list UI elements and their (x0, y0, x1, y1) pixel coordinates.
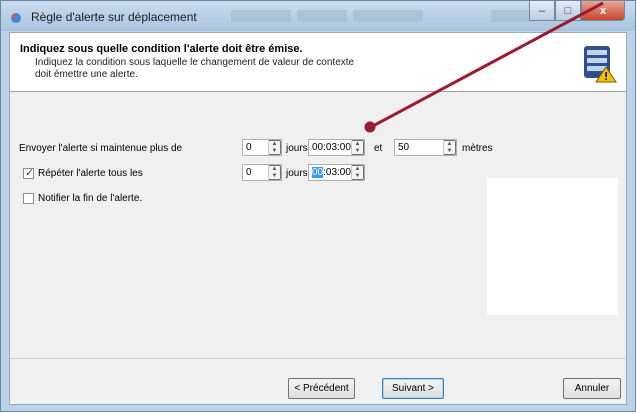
blurred-background-text (353, 10, 423, 22)
time-remainder: :03:00 (323, 167, 351, 178)
hold-duration-label: Envoyer l'alerte si maintenue plus de (19, 143, 183, 154)
conditions-panel: Envoyer l'alerte si maintenue plus de 0 … (10, 93, 626, 358)
spinner-arrows-icon[interactable]: ▲ ▼ (268, 165, 281, 180)
close-button[interactable]: x (581, 1, 625, 21)
window-controls: – □ x (529, 1, 625, 21)
hold-days-spinner[interactable]: 0 ▲ ▼ (242, 139, 282, 156)
app-icon (11, 13, 21, 23)
hold-days-unit: jours (286, 143, 308, 154)
notify-end-checkbox[interactable] (23, 193, 34, 204)
blurred-background-text (297, 10, 347, 22)
notify-end-label: Notifier la fin de l'alerte. (38, 193, 143, 204)
minimize-button[interactable]: – (529, 1, 555, 21)
repeat-days-spinner[interactable]: 0 ▲ ▼ (242, 164, 282, 181)
header-description: Indiquez la condition sous laquelle le c… (35, 57, 355, 80)
blank-area (487, 178, 618, 315)
repeat-alert-checkbox[interactable]: ✓ (23, 167, 35, 179)
hold-days-value: 0 (246, 142, 252, 153)
spinner-arrows-icon[interactable]: ▲ ▼ (443, 140, 456, 155)
title-bar[interactable]: Règle d'alerte sur déplacement – □ x (1, 1, 635, 31)
header-title: Indiquez sous quelle condition l'alerte … (20, 43, 303, 55)
footer-divider (10, 358, 626, 359)
spinner-arrows-icon[interactable]: ▲ ▼ (351, 165, 364, 180)
maximize-button[interactable]: □ (555, 1, 581, 21)
database-alert-icon (584, 46, 617, 83)
wizard-header: Indiquez sous quelle condition l'alerte … (10, 33, 626, 92)
window-title: Règle d'alerte sur déplacement (31, 10, 197, 24)
spinner-arrows-icon[interactable]: ▲ ▼ (351, 140, 364, 155)
repeat-days-value: 0 (246, 167, 252, 178)
repeat-time-value: 00:03:00 (312, 167, 351, 178)
distance-spinner[interactable]: 50 ▲ ▼ (394, 139, 457, 156)
selected-hours: 00 (312, 167, 324, 178)
next-button[interactable]: Suivant > (382, 378, 444, 399)
wizard-client-area: Indiquez sous quelle condition l'alerte … (9, 32, 627, 405)
wizard-window: Règle d'alerte sur déplacement – □ x Ind… (0, 0, 636, 412)
repeat-time-spinner[interactable]: 00:03:00 ▲ ▼ (308, 164, 365, 181)
distance-unit: mètres (462, 143, 493, 154)
hold-time-value: 00:03:00 (312, 142, 351, 153)
hold-time-spinner[interactable]: 00:03:00 ▲ ▼ (308, 139, 365, 156)
repeat-alert-label: Répéter l'alerte tous les (38, 168, 143, 179)
back-button[interactable]: < Précédent (288, 378, 355, 399)
blurred-background-text (231, 10, 291, 22)
distance-value: 50 (398, 142, 410, 153)
conjunction-label: et (374, 143, 383, 154)
checkmark-icon: ✓ (25, 167, 35, 179)
cancel-button[interactable]: Annuler (563, 378, 621, 399)
repeat-days-unit: jours (286, 168, 308, 179)
spinner-arrows-icon[interactable]: ▲ ▼ (268, 140, 281, 155)
